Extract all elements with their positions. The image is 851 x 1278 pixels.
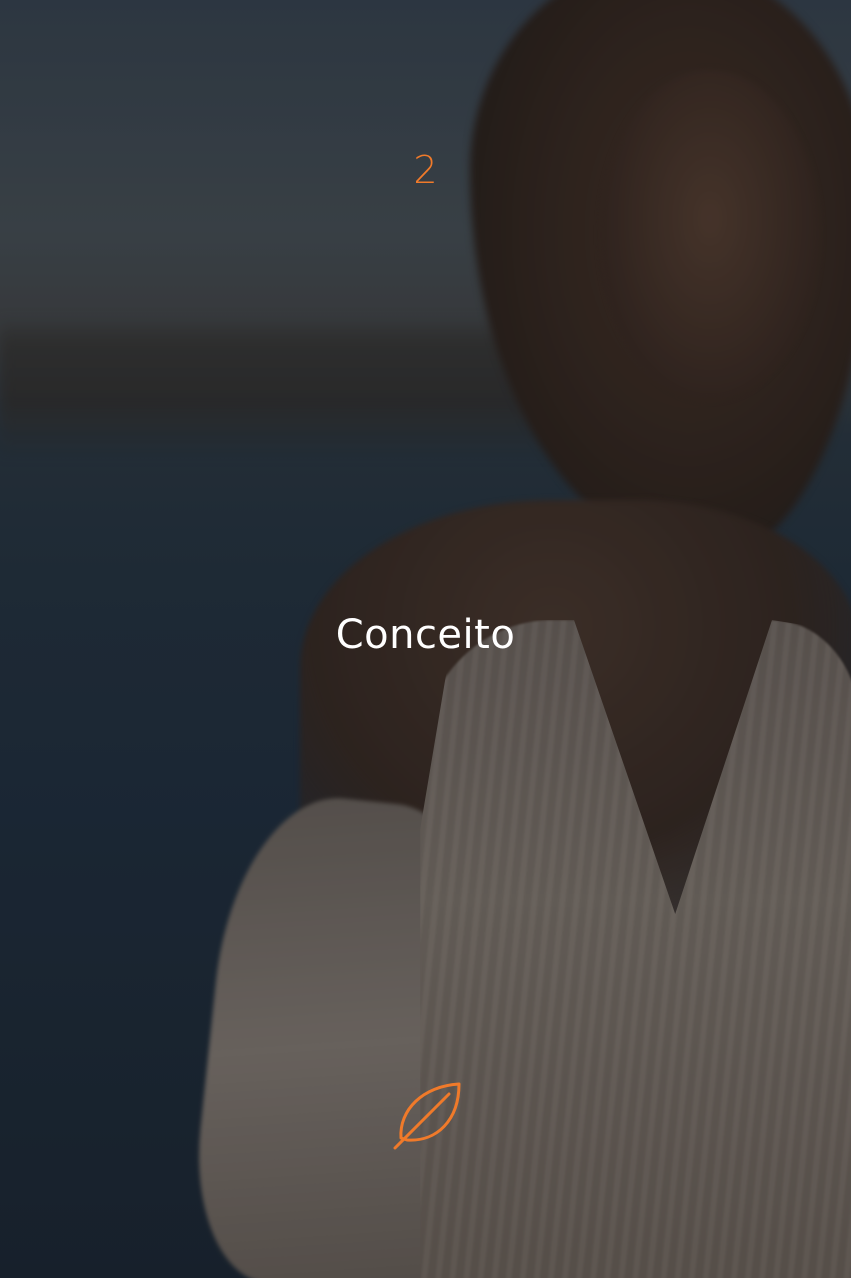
- slide-title: Conceito: [335, 612, 516, 658]
- concept-slide: 2 Conceito: [0, 0, 851, 1278]
- page-number: 2: [413, 148, 438, 192]
- leaf-icon: [393, 1082, 461, 1150]
